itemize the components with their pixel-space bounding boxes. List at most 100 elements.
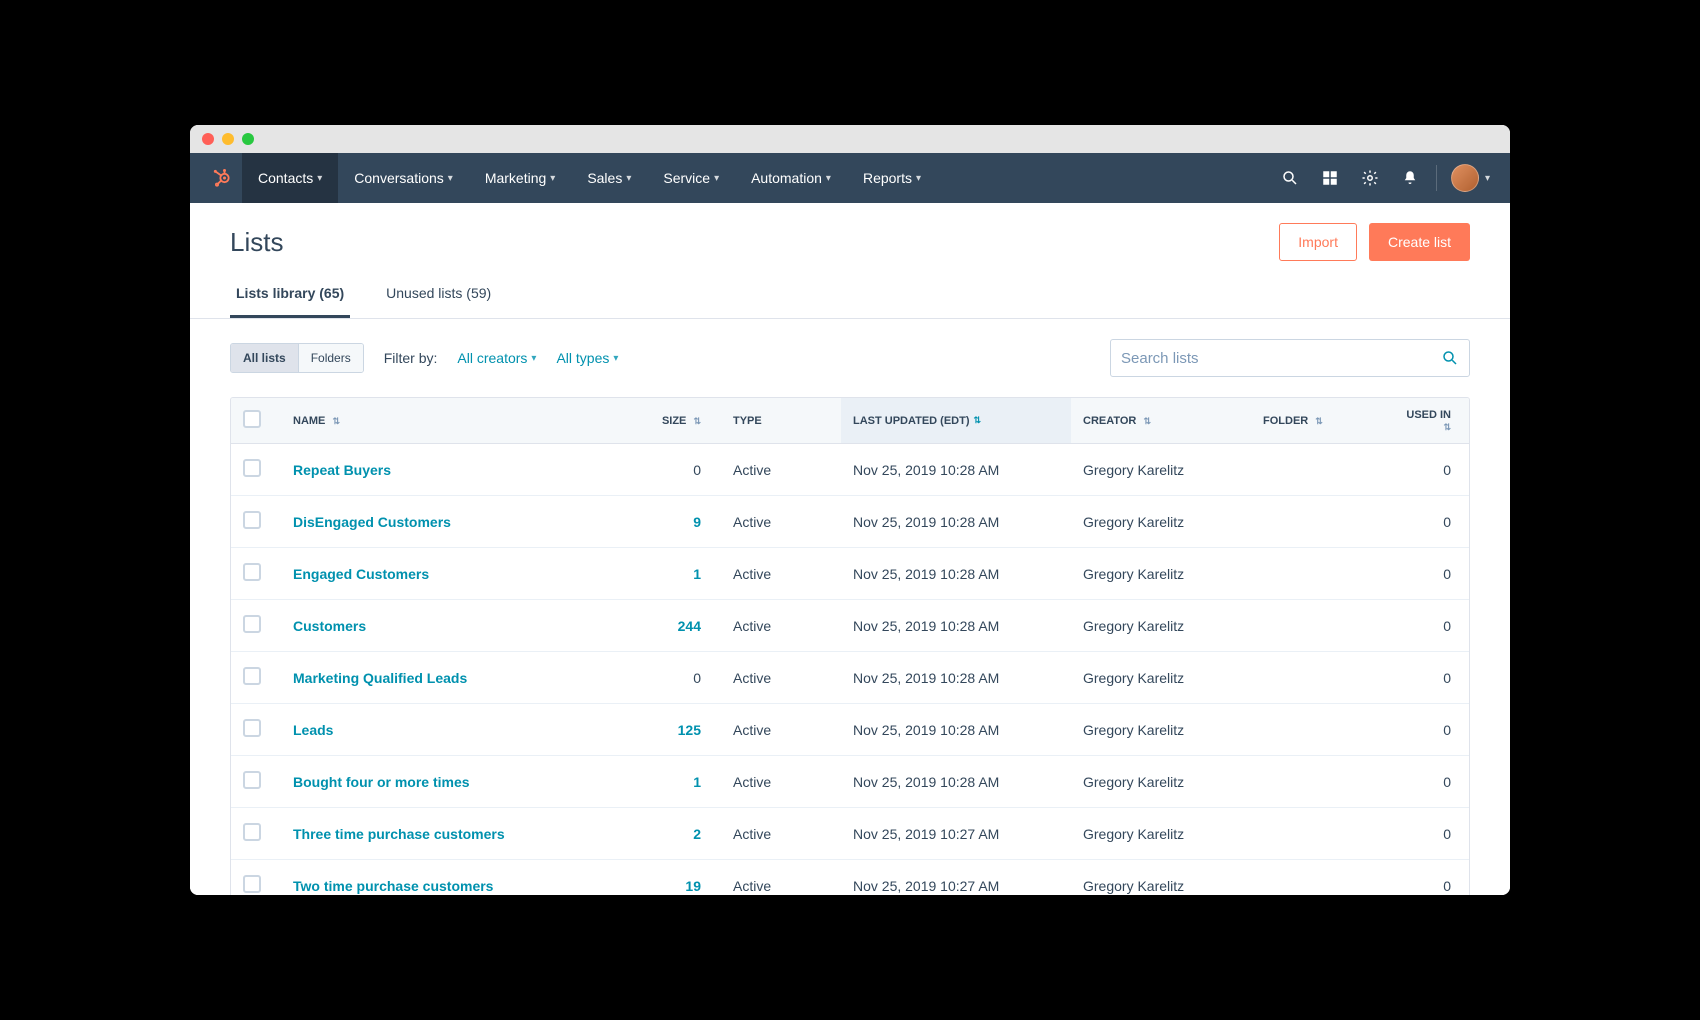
tab-label: Lists library (65) — [236, 285, 344, 301]
create-list-button[interactable]: Create list — [1369, 223, 1470, 261]
nav-sales[interactable]: Sales ▾ — [571, 153, 647, 203]
nav-conversations[interactable]: Conversations ▾ — [338, 153, 469, 203]
chevron-down-icon: ▾ — [317, 173, 322, 184]
row-usedin-cell: 0 — [1381, 514, 1470, 530]
list-name-link[interactable]: Two time purchase customers — [293, 878, 493, 894]
row-checkbox[interactable] — [243, 771, 261, 789]
table-row: Bought four or more times1ActiveNov 25, … — [231, 756, 1469, 808]
segment-folders[interactable]: Folders — [298, 344, 363, 372]
column-last-updated[interactable]: LAST UPDATED (EDT) ⇅ — [841, 398, 1071, 443]
nav-label: Service — [663, 170, 710, 186]
row-checkbox[interactable] — [243, 719, 261, 737]
search-icon[interactable] — [1441, 349, 1459, 367]
list-type-value: Active — [733, 826, 771, 842]
toolbar: All lists Folders Filter by: All creator… — [190, 319, 1510, 397]
table-row: DisEngaged Customers9ActiveNov 25, 2019 … — [231, 496, 1469, 548]
row-size-cell: 1 — [631, 566, 721, 582]
list-usedin-value: 0 — [1443, 566, 1451, 582]
tab-unused-lists[interactable]: Unused lists (59) — [380, 271, 497, 318]
column-used-in[interactable]: USED IN ⇅ — [1381, 409, 1470, 433]
user-avatar[interactable] — [1451, 164, 1479, 192]
nav-automation[interactable]: Automation ▾ — [735, 153, 847, 203]
column-creator[interactable]: CREATOR ⇅ — [1071, 415, 1251, 427]
filter-creators-dropdown[interactable]: All creators ▾ — [457, 350, 536, 366]
list-updated-value: Nov 25, 2019 10:28 AM — [853, 566, 999, 582]
list-name-link[interactable]: Repeat Buyers — [293, 462, 391, 478]
search-icon[interactable] — [1270, 158, 1310, 198]
row-checkbox[interactable] — [243, 563, 261, 581]
nav-service[interactable]: Service ▾ — [647, 153, 735, 203]
list-name-link[interactable]: Bought four or more times — [293, 774, 470, 790]
column-folder[interactable]: FOLDER ⇅ — [1251, 415, 1381, 427]
sort-icon: ⇅ — [974, 415, 982, 426]
list-name-link[interactable]: Customers — [293, 618, 366, 634]
row-name-cell: Repeat Buyers — [281, 462, 631, 478]
chevron-down-icon[interactable]: ▾ — [1485, 173, 1490, 184]
row-usedin-cell: 0 — [1381, 722, 1470, 738]
list-size-link[interactable]: 1 — [693, 774, 701, 790]
marketplace-icon[interactable] — [1310, 158, 1350, 198]
list-usedin-value: 0 — [1443, 514, 1451, 530]
list-usedin-value: 0 — [1443, 826, 1451, 842]
column-label: TYPE — [733, 415, 762, 427]
list-name-link[interactable]: Engaged Customers — [293, 566, 429, 582]
row-creator-cell: Gregory Karelitz — [1071, 618, 1251, 634]
window-close-button[interactable] — [202, 133, 214, 145]
list-name-link[interactable]: Marketing Qualified Leads — [293, 670, 467, 686]
search-input[interactable] — [1121, 350, 1441, 367]
list-size-link[interactable]: 9 — [693, 514, 701, 530]
list-type-value: Active — [733, 566, 771, 582]
nav-reports[interactable]: Reports ▾ — [847, 153, 937, 203]
row-size-cell: 9 — [631, 514, 721, 530]
filter-by-label: Filter by: — [384, 350, 438, 366]
select-all-checkbox[interactable] — [243, 410, 261, 428]
row-checkbox[interactable] — [243, 511, 261, 529]
row-creator-cell: Gregory Karelitz — [1071, 462, 1251, 478]
table-row: Customers244ActiveNov 25, 2019 10:28 AMG… — [231, 600, 1469, 652]
list-name-link[interactable]: DisEngaged Customers — [293, 514, 451, 530]
hubspot-logo-icon[interactable] — [210, 166, 234, 190]
column-size[interactable]: SIZE ⇅ — [631, 415, 721, 427]
row-checkbox[interactable] — [243, 459, 261, 477]
nav-label: Automation — [751, 170, 822, 186]
list-creator-value: Gregory Karelitz — [1083, 566, 1184, 582]
import-button[interactable]: Import — [1279, 223, 1357, 261]
list-creator-value: Gregory Karelitz — [1083, 462, 1184, 478]
lists-table: NAME ⇅ SIZE ⇅ TYPE LAST UPDATED (EDT) ⇅ … — [230, 397, 1470, 895]
button-label: Create list — [1388, 234, 1451, 250]
column-type[interactable]: TYPE — [721, 415, 841, 427]
list-name-link[interactable]: Leads — [293, 722, 333, 738]
header-checkbox-cell — [231, 410, 281, 431]
list-type-value: Active — [733, 722, 771, 738]
table-row: Leads125ActiveNov 25, 2019 10:28 AMGrego… — [231, 704, 1469, 756]
list-size-link[interactable]: 2 — [693, 826, 701, 842]
column-name[interactable]: NAME ⇅ — [281, 415, 631, 427]
row-checkbox[interactable] — [243, 823, 261, 841]
row-checkbox[interactable] — [243, 615, 261, 633]
segment-all-lists[interactable]: All lists — [231, 344, 298, 372]
window-zoom-button[interactable] — [242, 133, 254, 145]
settings-gear-icon[interactable] — [1350, 158, 1390, 198]
row-checkbox[interactable] — [243, 875, 261, 893]
row-checkbox-cell — [231, 875, 281, 895]
nav-contacts[interactable]: Contacts ▾ — [242, 153, 338, 203]
filter-types-dropdown[interactable]: All types ▾ — [556, 350, 618, 366]
tab-lists-library[interactable]: Lists library (65) — [230, 271, 350, 318]
window-minimize-button[interactable] — [222, 133, 234, 145]
page-body: Lists Import Create list Lists library (… — [190, 203, 1510, 895]
row-updated-cell: Nov 25, 2019 10:28 AM — [841, 462, 1071, 478]
list-type-value: Active — [733, 670, 771, 686]
list-type-value: Active — [733, 774, 771, 790]
list-size-link[interactable]: 125 — [678, 722, 701, 738]
nav-marketing[interactable]: Marketing ▾ — [469, 153, 572, 203]
notifications-bell-icon[interactable] — [1390, 158, 1430, 198]
list-name-link[interactable]: Three time purchase customers — [293, 826, 505, 842]
list-creator-value: Gregory Karelitz — [1083, 774, 1184, 790]
list-size-link[interactable]: 19 — [685, 878, 701, 894]
row-updated-cell: Nov 25, 2019 10:28 AM — [841, 670, 1071, 686]
row-usedin-cell: 0 — [1381, 670, 1470, 686]
list-creator-value: Gregory Karelitz — [1083, 826, 1184, 842]
list-size-link[interactable]: 244 — [678, 618, 701, 634]
list-size-link[interactable]: 1 — [693, 566, 701, 582]
row-checkbox[interactable] — [243, 667, 261, 685]
